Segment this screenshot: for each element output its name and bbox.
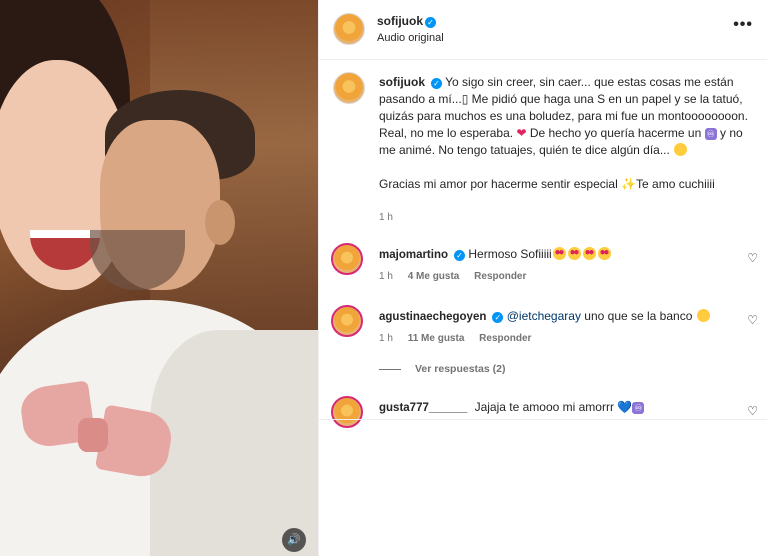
comment-avatar[interactable] xyxy=(331,305,363,337)
verified-icon: ✓ xyxy=(425,17,437,28)
comment-meta: 1 h 4 Me gusta Responder xyxy=(379,271,538,282)
smiling-face-icon xyxy=(696,309,710,322)
more-options-button[interactable]: ••• xyxy=(733,16,753,34)
caption-text: sofijuok ✓ Yo sigo sin creer, sin caer...… xyxy=(379,74,749,193)
verified-icon: ✓ xyxy=(431,78,443,89)
comment-time[interactable]: 1 h xyxy=(379,271,393,282)
sound-icon[interactable]: 🔊 xyxy=(282,528,306,552)
author-name-row: sofijuok ✓ xyxy=(377,14,437,28)
replies-divider xyxy=(379,368,401,370)
reply-button[interactable]: Responder xyxy=(474,271,526,282)
caption-username[interactable]: sofijuok xyxy=(379,75,425,89)
verified-icon: ✓ xyxy=(492,312,504,323)
caption-line3a: Gracias mi amor por hacerme sentir espec… xyxy=(379,177,622,191)
blue-heart-icon: 💙 xyxy=(617,400,633,414)
comment-avatar[interactable] xyxy=(331,396,363,428)
comment-body: agustinaechegoyen ✓ @ietchegaray uno que … xyxy=(379,309,711,323)
caption-timestamp[interactable]: 1 h xyxy=(379,212,393,223)
audio-label[interactable]: Audio original xyxy=(377,32,444,44)
divider xyxy=(319,419,767,420)
reply-button[interactable]: Responder xyxy=(479,333,531,344)
media-bow-knot xyxy=(78,418,108,452)
like-heart-icon[interactable]: ♡ xyxy=(747,313,758,327)
red-heart-icon: ❤ xyxy=(516,126,527,140)
like-heart-icon[interactable]: ♡ xyxy=(747,251,758,265)
comment-avatar[interactable] xyxy=(331,243,363,275)
view-replies-button[interactable]: Ver respuestas (2) xyxy=(379,363,505,375)
media-shirt-shadow xyxy=(150,330,318,556)
verified-icon: ✓ xyxy=(454,250,466,261)
post-panel: sofijuok ✓ Audio original ••• sofijuok ✓ Y… xyxy=(318,0,767,556)
caption-line3b: Te amo cuchiiii xyxy=(636,177,715,191)
comment-meta: 1 h 11 Me gusta Responder xyxy=(379,333,543,344)
caption-avatar[interactable] xyxy=(333,72,365,104)
infinity-icon: ♾ xyxy=(704,128,717,140)
face-emoji-icon xyxy=(674,143,688,156)
heart-eyes-icon xyxy=(582,247,596,260)
comment-body: gusta777______ Jajaja te amooo mi amorrr… xyxy=(379,400,645,414)
caption-part2a: De hecho yo quería hacerme un xyxy=(526,126,705,140)
comment-username[interactable]: majomartino xyxy=(379,249,448,261)
comment-likes[interactable]: 11 Me gusta xyxy=(408,333,465,344)
comment-body: majomartino ✓ Hermoso Sofiiiii xyxy=(379,247,612,261)
heart-eyes-icon xyxy=(552,247,566,260)
comment-likes[interactable]: 4 Me gusta xyxy=(408,271,460,282)
sparkles-icon: ✨ xyxy=(621,177,637,191)
author-username[interactable]: sofijuok xyxy=(377,14,423,28)
post-header: sofijuok ✓ Audio original ••• xyxy=(319,0,767,60)
comment-text: Hermoso Sofiiiii xyxy=(468,247,552,261)
view-replies-label: Ver respuestas (2) xyxy=(415,363,506,375)
heart-eyes-icon xyxy=(567,247,581,260)
comment-username[interactable]: agustinaechegoyen xyxy=(379,311,486,323)
comment-username[interactable]: gusta777______ xyxy=(379,402,467,414)
like-heart-icon[interactable]: ♡ xyxy=(747,404,758,418)
media-man-ear xyxy=(205,200,235,245)
comment-time[interactable]: 1 h xyxy=(379,333,393,344)
infinity-icon: ♾ xyxy=(632,402,645,414)
heart-eyes-icon xyxy=(597,247,611,260)
author-avatar[interactable] xyxy=(333,13,365,45)
comment-text: uno que se la banco xyxy=(580,309,696,323)
comment-text: Jajaja te amooo mi amorrr xyxy=(474,400,618,414)
comment-mention[interactable]: @ietchegaray xyxy=(507,309,581,323)
post-media[interactable]: 🔊 xyxy=(0,0,318,556)
